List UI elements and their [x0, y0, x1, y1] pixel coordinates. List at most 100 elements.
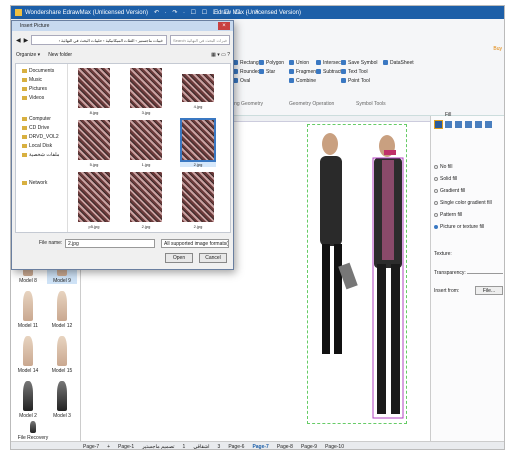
file-thumbnail[interactable]: 2.jpg: [128, 172, 164, 229]
model-figure-icon: [57, 291, 67, 321]
ribbon-group-operation: Union Fragment Combine: [289, 59, 317, 86]
nav-network[interactable]: Network: [22, 180, 47, 186]
file-thumbnail[interactable]: 3.jpg: [128, 68, 164, 115]
file-thumbnail[interactable]: p5.jpg: [76, 172, 112, 229]
nav-drvd-vol2[interactable]: DRVD_VOL2: [22, 134, 59, 140]
page-tab[interactable]: Page-8: [277, 444, 293, 450]
intersect-button[interactable]: Intersect: [316, 59, 342, 68]
subtract-button[interactable]: Subtract: [316, 68, 342, 77]
file-thumbnail[interactable]: 1.jpg: [128, 120, 164, 167]
combine-icon: [289, 78, 294, 84]
page-tab[interactable]: تصميم ماجستير: [142, 444, 174, 450]
library-item-model-14[interactable]: Model 14: [13, 336, 43, 374]
nav-cd-drive[interactable]: CD Drive: [22, 125, 49, 131]
datasheet-button[interactable]: DataSheet: [383, 59, 414, 68]
file-recovery-button[interactable]: File Recovery: [13, 421, 53, 441]
library-item-model-12[interactable]: Model 12: [47, 291, 77, 329]
new-folder-button[interactable]: New folder: [48, 52, 72, 58]
text-tab-icon[interactable]: [475, 121, 482, 128]
model-figure-icon: [23, 291, 33, 321]
dialog-footer: File name: 2.jpg All supported image for…: [15, 237, 231, 267]
open-button[interactable]: Open: [165, 253, 193, 263]
fashion-illustration[interactable]: [302, 124, 422, 424]
text-tool-button[interactable]: Text Tool: [341, 68, 377, 77]
quick-access-toolbar[interactable]: ↶ · ↷ · ☐ ☐ ☐ ☐ ☐ · ↗ ·: [154, 9, 268, 16]
panel-tabs: [434, 120, 492, 129]
insert-from-label: Insert from:: [434, 288, 460, 294]
insert-picture-dialog: Insert Picture × ◀ ▶ › خيبات ماجستير › ا…: [11, 20, 234, 270]
organize-menu[interactable]: Organize ▾: [16, 52, 40, 58]
combine-button[interactable]: Combine: [289, 77, 317, 86]
pattern-fill-option[interactable]: Pattern fill: [434, 212, 462, 218]
file-thumbnail[interactable]: 2.jpg: [180, 172, 216, 229]
add-page-button[interactable]: +: [107, 444, 110, 450]
file-thumbnail[interactable]: 8.jpg: [76, 68, 112, 115]
library-item-model-11[interactable]: Model 11: [13, 291, 43, 329]
page-tab-bar: Page-7 + Page-1 تصميم ماجستير 1 اشقاقي 3…: [11, 441, 504, 450]
address-bar[interactable]: › خيبات ماجستير › الفئات الميكانيكية › ح…: [31, 35, 167, 45]
view-options-icon[interactable]: ▦ ▾ ▭ ?: [211, 52, 230, 58]
file-name-input[interactable]: 2.jpg: [65, 239, 155, 248]
title-bar: Wondershare EdrawMax (Unlicensed Version…: [11, 6, 504, 19]
cancel-button[interactable]: Cancel: [199, 253, 227, 263]
transparency-slider[interactable]: [467, 273, 503, 274]
page-tab-active[interactable]: Page-7: [252, 444, 268, 450]
nav-local-disk[interactable]: Local Disk: [22, 143, 52, 149]
page-selector[interactable]: Page-7: [83, 444, 99, 450]
nav-documents[interactable]: Documents: [22, 68, 54, 74]
point-tool-button[interactable]: Point Tool: [341, 77, 377, 86]
address-bar-row: ◀ ▶ › خيبات ماجستير › الفئات الميكانيكية…: [16, 34, 230, 46]
no-fill-option[interactable]: No fill: [434, 164, 453, 170]
union-icon: [289, 60, 294, 66]
settings-tab-icon[interactable]: [485, 121, 492, 128]
file-browser: Documents Music Pictures Videos Computer…: [15, 63, 231, 233]
nav-pictures[interactable]: Pictures: [22, 86, 47, 92]
page-tab[interactable]: 3: [218, 444, 221, 450]
ribbon-group-geometry-2: Polygon Star: [259, 59, 284, 77]
page-tab[interactable]: Page-9: [301, 444, 317, 450]
library-item-model-3[interactable]: Model 3: [47, 381, 77, 419]
save-symbol-icon: [341, 60, 346, 66]
page-tab[interactable]: Page-10: [325, 444, 344, 450]
fill-tab-icon[interactable]: [434, 120, 443, 129]
star-icon: [259, 69, 264, 75]
file-type-select[interactable]: All supported image formats(*.: [161, 239, 229, 248]
page-tab[interactable]: Page-1: [118, 444, 134, 450]
library-item-model-15[interactable]: Model 15: [47, 336, 77, 374]
file-thumbnail[interactable]: 4.jpg: [180, 74, 216, 109]
gradient-fill-option[interactable]: Gradient fill: [434, 188, 465, 194]
transparency-label: Transparency:: [434, 270, 466, 276]
buy-link[interactable]: Buy: [493, 46, 502, 52]
close-icon[interactable]: ×: [218, 22, 230, 30]
image-tab-icon[interactable]: [465, 121, 472, 128]
text-tool-icon: [341, 69, 346, 75]
file-button[interactable]: File...: [475, 286, 503, 295]
page-tab[interactable]: Page-6: [228, 444, 244, 450]
library-item-model-2[interactable]: Model 2: [13, 381, 43, 419]
polygon-button[interactable]: Polygon: [259, 59, 284, 68]
star-button[interactable]: Star: [259, 68, 284, 77]
file-thumbnail-selected[interactable]: 2.jpg: [180, 118, 216, 167]
page-tab[interactable]: 1: [183, 444, 186, 450]
back-icon[interactable]: ◀: [16, 37, 21, 44]
page-tab[interactable]: اشقاقي: [193, 444, 209, 450]
fragment-button[interactable]: Fragment: [289, 68, 317, 77]
solid-fill-option[interactable]: Solid fill: [434, 176, 457, 182]
group-label-geometry: ing Geometry: [233, 101, 264, 107]
single-color-gradient-option[interactable]: Single color gradient fill: [434, 200, 492, 206]
oval-button[interactable]: Oval: [233, 77, 263, 86]
save-symbol-button[interactable]: Save Symbol: [341, 59, 377, 68]
search-input[interactable]: Search خبرات البحث في النهائية: [170, 35, 230, 45]
shadow-tab-icon[interactable]: [455, 121, 462, 128]
nav-computer[interactable]: Computer: [22, 116, 51, 122]
line-tab-icon[interactable]: [445, 121, 452, 128]
nav-personal-files[interactable]: ملفات شخصية: [22, 152, 59, 158]
union-button[interactable]: Union: [289, 59, 317, 68]
group-label-symbol: Symbol Tools: [356, 101, 386, 107]
thumbnail-image: [130, 68, 162, 108]
nav-music[interactable]: Music: [22, 77, 42, 83]
nav-videos[interactable]: Videos: [22, 95, 44, 101]
forward-icon[interactable]: ▶: [24, 37, 29, 44]
file-thumbnail[interactable]: 5.jpg: [76, 120, 112, 167]
picture-fill-option[interactable]: Picture or texture fill: [434, 224, 484, 230]
